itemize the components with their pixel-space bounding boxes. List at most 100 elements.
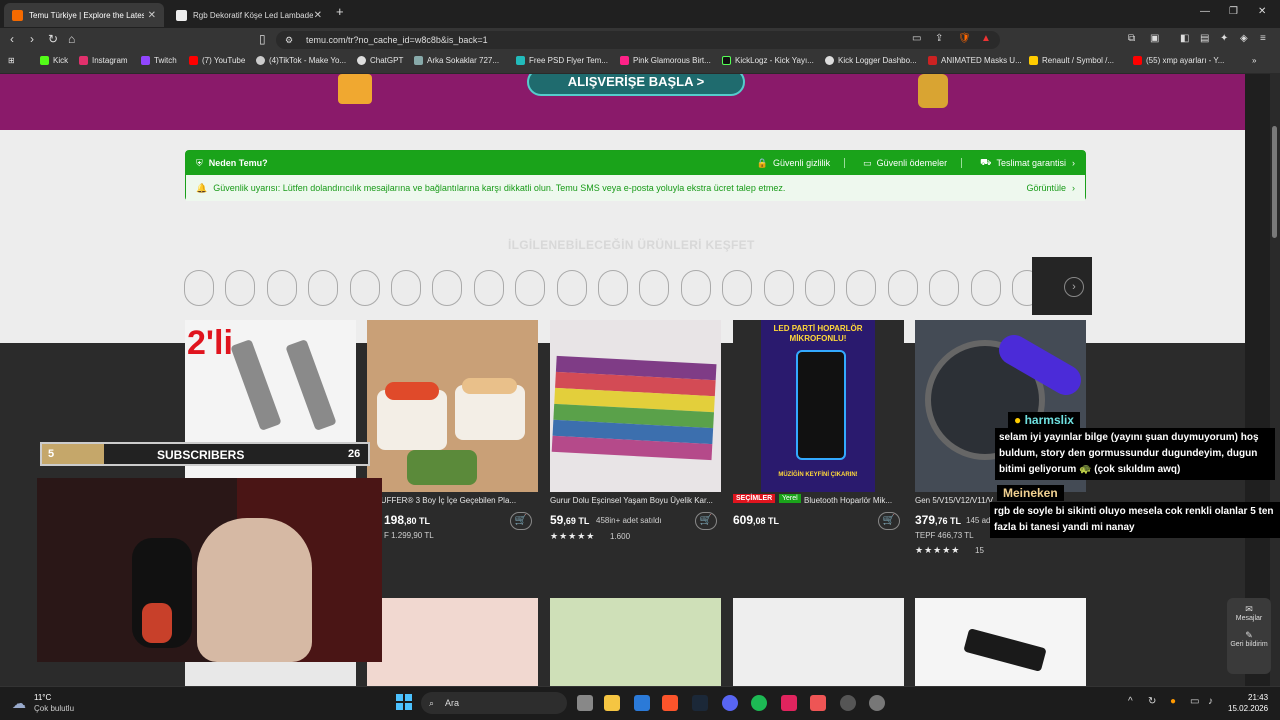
bookmark-item[interactable]: Twitch: [141, 56, 177, 65]
extensions-icon[interactable]: ⧉: [1128, 33, 1135, 44]
sidebar-icon[interactable]: ▣: [1150, 33, 1159, 44]
category-item[interactable]: [805, 270, 835, 306]
site-info-icon[interactable]: ⚙: [285, 31, 293, 49]
bookmark-item[interactable]: (55) xmp ayarları - Y...: [1133, 56, 1224, 65]
tab-temu[interactable]: Temu Türkiye | Explore the Lates ✕: [4, 3, 164, 27]
add-to-cart-icon[interactable]: 🛒: [878, 512, 900, 530]
weather-desc[interactable]: Çok bulutlu: [34, 704, 74, 713]
product-card[interactable]: 2'li: [185, 320, 356, 492]
category-item[interactable]: [680, 270, 711, 306]
volume-icon[interactable]: ♪: [1208, 696, 1213, 707]
brave-shields-icon[interactable]: 🛡: [958, 33, 971, 44]
bookmark-item[interactable]: ANIMATED Masks U...: [928, 56, 1022, 65]
ai-icon[interactable]: ✦: [1220, 33, 1228, 44]
window-close-icon[interactable]: ✕: [1258, 6, 1266, 17]
steam-icon[interactable]: [692, 695, 708, 711]
category-item[interactable]: [556, 270, 587, 306]
weather-temp[interactable]: 11°C: [34, 693, 51, 702]
feedback-label[interactable]: Geri bildirim: [1227, 641, 1271, 648]
file-explorer-icon[interactable]: [604, 695, 620, 711]
rewards-icon[interactable]: ▲: [981, 33, 991, 44]
windows-start-icon[interactable]: [396, 694, 412, 710]
category-item[interactable]: [515, 270, 546, 306]
payments-item[interactable]: ▭ Güvenli ödemeler: [863, 158, 947, 169]
minimize-icon[interactable]: —: [1200, 6, 1210, 17]
category-item[interactable]: [970, 270, 1001, 306]
product-card[interactable]: [367, 598, 538, 686]
menu-icon[interactable]: ≡: [1260, 33, 1266, 44]
share-icon[interactable]: ⇪: [935, 33, 943, 44]
clock-date[interactable]: 15.02.2026: [1228, 704, 1268, 713]
bookmark-item[interactable]: Renault / Symbol /...: [1029, 56, 1114, 65]
product-card[interactable]: el BUFFER® 3 Boy İç İçe Geçebilen Pla...…: [367, 320, 538, 540]
close-icon[interactable]: ✕: [314, 10, 322, 21]
category-item[interactable]: [846, 270, 877, 306]
tab-rgb[interactable]: Rgb Dekoratif Köşe Led Lambader İşı ✕: [168, 3, 330, 27]
category-item[interactable]: [887, 270, 918, 306]
bookmark-item[interactable]: KickLogz - Kick Yayı...: [722, 56, 814, 65]
product-card[interactable]: Gurur Dolu Eşcinsel Yaşam Boyu Üyelik Ka…: [550, 320, 721, 541]
store-icon[interactable]: [634, 695, 650, 711]
feedback-icon[interactable]: ✎: [1227, 630, 1271, 641]
shop-now-button[interactable]: ALIŞVERİŞE BAŞLA >: [527, 74, 745, 96]
sync-icon[interactable]: ↻: [1148, 696, 1156, 707]
task-view-icon[interactable]: [577, 695, 593, 711]
category-item[interactable]: [432, 270, 463, 306]
close-icon[interactable]: ✕: [148, 10, 156, 21]
bookmark-item[interactable]: Pink Glamorous Birt...: [620, 56, 711, 65]
wallet-icon[interactable]: ▤: [1200, 33, 1209, 44]
view-link[interactable]: Görüntüle: [1026, 183, 1066, 193]
address-input[interactable]: ⚙ temu.com/tr?no_cache_id=w8c8b&is_back=…: [276, 31, 1000, 49]
more-bookmarks-icon[interactable]: »: [1252, 56, 1256, 65]
add-to-cart-icon[interactable]: 🛒: [510, 512, 532, 530]
display-icon[interactable]: ▭: [1190, 696, 1199, 707]
maximize-icon[interactable]: ❐: [1229, 6, 1238, 17]
messages-label[interactable]: Mesajlar: [1227, 615, 1271, 622]
settings-icon[interactable]: [869, 695, 885, 711]
add-to-cart-icon[interactable]: 🛒: [695, 512, 717, 530]
home-icon[interactable]: ⌂: [68, 32, 75, 46]
vpn-icon[interactable]: ◈: [1240, 33, 1248, 44]
obs-icon[interactable]: [840, 695, 856, 711]
bookmark-item[interactable]: (4)TikTok - Make Yo...: [256, 56, 346, 65]
category-item[interactable]: [763, 270, 794, 306]
new-tab-icon[interactable]: +: [336, 4, 344, 19]
scrollbar-thumb[interactable]: [1272, 126, 1277, 238]
reload-icon[interactable]: ↻: [48, 32, 58, 46]
bookmark-item[interactable]: ChatGPT: [357, 56, 403, 65]
privacy-item[interactable]: 🔒 Güvenli gizlilik: [757, 158, 830, 169]
bookmark-item[interactable]: Arka Sokaklar 727...: [414, 56, 499, 65]
delivery-item[interactable]: ⛟ Teslimat garantisi ›: [980, 157, 1075, 169]
app-icon[interactable]: [781, 695, 797, 711]
brave-icon[interactable]: [662, 695, 678, 711]
weather-icon[interactable]: ☁: [12, 695, 26, 712]
category-item[interactable]: [722, 270, 753, 306]
cast-icon[interactable]: ▭: [912, 33, 921, 44]
product-card[interactable]: [733, 598, 904, 686]
carousel-next-icon[interactable]: ›: [1064, 277, 1084, 297]
mic-icon[interactable]: ●: [1170, 696, 1176, 707]
spotify-icon[interactable]: [751, 695, 767, 711]
category-item[interactable]: [266, 270, 297, 306]
category-item[interactable]: [391, 270, 421, 306]
back-icon[interactable]: ‹: [10, 32, 14, 46]
category-item[interactable]: [473, 270, 504, 306]
bookmark-item[interactable]: Kick Logger Dashbo...: [825, 56, 917, 65]
app-icon[interactable]: [810, 695, 826, 711]
category-item[interactable]: [184, 270, 214, 306]
category-item[interactable]: [225, 270, 256, 306]
forward-icon[interactable]: ›: [30, 32, 34, 46]
taskbar-search[interactable]: ⌕ Ara: [421, 692, 567, 714]
category-item[interactable]: [639, 270, 670, 306]
product-card[interactable]: LED PARTİ HOPARLÖR MİKROFONLU! MÜZİĞİN K…: [733, 320, 904, 530]
category-item[interactable]: [308, 270, 339, 306]
product-card[interactable]: [550, 598, 721, 686]
bookmark-icon[interactable]: ▯: [259, 32, 266, 46]
tray-expand-icon[interactable]: ^: [1128, 696, 1133, 707]
product-card[interactable]: [915, 598, 1086, 686]
split-view-icon[interactable]: ◧: [1180, 33, 1189, 44]
message-icon[interactable]: ✉: [1227, 604, 1271, 615]
category-item[interactable]: [349, 270, 380, 306]
apps-icon[interactable]: ⊞: [8, 56, 15, 65]
category-item[interactable]: [929, 270, 960, 306]
